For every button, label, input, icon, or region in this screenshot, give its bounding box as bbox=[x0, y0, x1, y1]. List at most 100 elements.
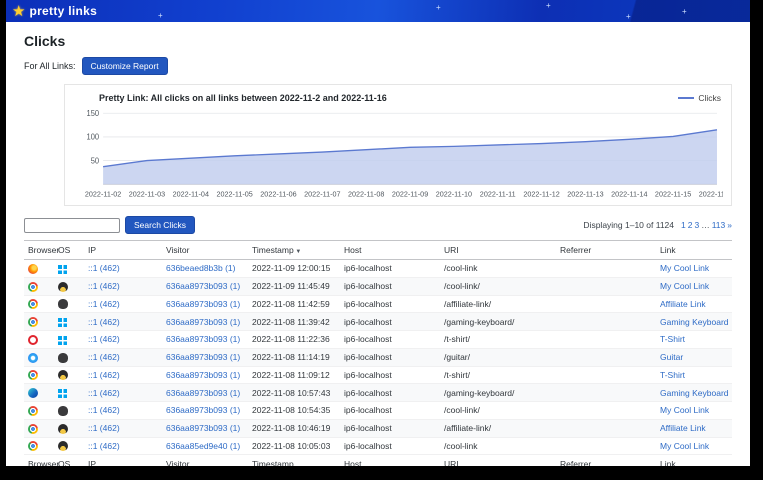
column-header-os[interactable]: OS bbox=[54, 241, 84, 260]
link-link[interactable]: T-Shirt bbox=[660, 370, 685, 380]
visitor-link[interactable]: 636aa8973b093 (1) bbox=[166, 317, 240, 327]
os-cell bbox=[54, 366, 84, 384]
pagination-link[interactable]: » bbox=[727, 220, 732, 230]
host-cell: ip6-localhost bbox=[340, 348, 440, 366]
search-input[interactable] bbox=[24, 218, 120, 233]
pagination-link[interactable]: 2 bbox=[688, 220, 693, 230]
visitor-link[interactable]: 636aa8973b093 (1) bbox=[166, 334, 240, 344]
column-header-link[interactable]: Link bbox=[656, 455, 732, 466]
link-link[interactable]: Affiliate Link bbox=[660, 299, 706, 309]
pagination-link[interactable]: 1 bbox=[681, 220, 686, 230]
apple-os-icon bbox=[58, 353, 68, 363]
linux-os-icon bbox=[58, 424, 68, 434]
svg-text:2022-11-07: 2022-11-07 bbox=[304, 190, 340, 199]
ip-cell: ::1 (462) bbox=[84, 348, 162, 366]
ip-link[interactable]: ::1 (462) bbox=[88, 441, 120, 451]
link-link[interactable]: T-Shirt bbox=[660, 334, 685, 344]
referrer-cell bbox=[556, 313, 656, 331]
svg-text:2022-11-09: 2022-11-09 bbox=[392, 190, 428, 199]
table-row: ::1 (462)636aa8973b093 (1)2022-11-08 10:… bbox=[24, 384, 732, 402]
column-header-browser[interactable]: Browser bbox=[24, 455, 54, 466]
column-header-browser[interactable]: Browser bbox=[24, 241, 54, 260]
link-link[interactable]: Guitar bbox=[660, 352, 683, 362]
ip-cell: ::1 (462) bbox=[84, 313, 162, 331]
uri-cell: /t-shirt/ bbox=[440, 366, 556, 384]
column-header-ip[interactable]: IP bbox=[84, 455, 162, 466]
column-header-timestamp[interactable]: Timestamp bbox=[248, 455, 340, 466]
uri-cell: /gaming-keyboard/ bbox=[440, 313, 556, 331]
ip-link[interactable]: ::1 (462) bbox=[88, 388, 120, 398]
host-cell: ip6-localhost bbox=[340, 313, 440, 331]
referrer-cell bbox=[556, 384, 656, 402]
link-link[interactable]: My Cool Link bbox=[660, 405, 709, 415]
visitor-link[interactable]: 636aa8973b093 (1) bbox=[166, 299, 240, 309]
visitor-cell: 636aa8973b093 (1) bbox=[162, 277, 248, 295]
column-header-host[interactable]: Host bbox=[340, 241, 440, 260]
ip-link[interactable]: ::1 (462) bbox=[88, 423, 120, 433]
link-link[interactable]: Affiliate Link bbox=[660, 423, 706, 433]
pagination-link[interactable]: 3 bbox=[694, 220, 699, 230]
os-cell bbox=[54, 437, 84, 455]
ip-link[interactable]: ::1 (462) bbox=[88, 281, 120, 291]
customize-report-button[interactable]: Customize Report bbox=[82, 57, 168, 75]
column-header-uri[interactable]: URI bbox=[440, 455, 556, 466]
chrome-browser-icon bbox=[28, 406, 38, 416]
ip-cell: ::1 (462) bbox=[84, 260, 162, 278]
ip-link[interactable]: ::1 (462) bbox=[88, 370, 120, 380]
browser-cell bbox=[24, 295, 54, 313]
visitor-link[interactable]: 636aa8973b093 (1) bbox=[166, 405, 240, 415]
column-header-visitor[interactable]: Visitor bbox=[162, 455, 248, 466]
column-header-timestamp[interactable]: Timestamp ▼ bbox=[248, 241, 340, 260]
ip-link[interactable]: ::1 (462) bbox=[88, 405, 120, 415]
uri-cell: /gaming-keyboard/ bbox=[440, 384, 556, 402]
link-link[interactable]: Gaming Keyboard bbox=[660, 317, 729, 327]
column-header-host[interactable]: Host bbox=[340, 455, 440, 466]
browser-cell bbox=[24, 348, 54, 366]
column-header-link[interactable]: Link bbox=[656, 241, 732, 260]
ip-link[interactable]: ::1 (462) bbox=[88, 317, 120, 327]
link-link[interactable]: Gaming Keyboard bbox=[660, 388, 729, 398]
link-link[interactable]: My Cool Link bbox=[660, 263, 709, 273]
ip-link[interactable]: ::1 (462) bbox=[88, 263, 120, 273]
column-header-visitor[interactable]: Visitor bbox=[162, 241, 248, 260]
browser-cell bbox=[24, 331, 54, 349]
column-header-ip[interactable]: IP bbox=[84, 241, 162, 260]
visitor-link[interactable]: 636aa8973b093 (1) bbox=[166, 281, 240, 291]
table-row: ::1 (462)636aa8973b093 (1)2022-11-08 11:… bbox=[24, 331, 732, 349]
column-header-os[interactable]: OS bbox=[54, 455, 84, 466]
visitor-link[interactable]: 636aa8973b093 (1) bbox=[166, 388, 240, 398]
visitor-link[interactable]: 636aa8973b093 (1) bbox=[166, 352, 240, 362]
pagination-ellipsis: … bbox=[701, 220, 710, 230]
column-header-uri[interactable]: URI bbox=[440, 241, 556, 260]
timestamp-cell: 2022-11-09 11:45:49 bbox=[248, 277, 340, 295]
column-header-referrer[interactable]: Referrer bbox=[556, 455, 656, 466]
clicks-chart-svg: 501001502022-11-022022-11-032022-11-0420… bbox=[73, 107, 723, 203]
search-clicks-button[interactable]: Search Clicks bbox=[125, 216, 195, 234]
chrome-browser-icon bbox=[28, 299, 38, 309]
os-cell bbox=[54, 348, 84, 366]
os-cell bbox=[54, 331, 84, 349]
visitor-link[interactable]: 636aa8973b093 (1) bbox=[166, 423, 240, 433]
visitor-cell: 636aa8973b093 (1) bbox=[162, 419, 248, 437]
link-link[interactable]: My Cool Link bbox=[660, 281, 709, 291]
visitor-link[interactable]: 636aa85ed9e40 (1) bbox=[166, 441, 240, 451]
link-link[interactable]: My Cool Link bbox=[660, 441, 709, 451]
visitor-link[interactable]: 636aa8973b093 (1) bbox=[166, 370, 240, 380]
legend-label: Clicks bbox=[698, 93, 721, 103]
apple-os-icon bbox=[58, 299, 68, 309]
svg-text:2022-11-04: 2022-11-04 bbox=[173, 190, 209, 199]
timestamp-cell: 2022-11-08 10:05:03 bbox=[248, 437, 340, 455]
ip-link[interactable]: ::1 (462) bbox=[88, 299, 120, 309]
visitor-link[interactable]: 636beaed8b3b (1) bbox=[166, 263, 235, 273]
linux-os-icon bbox=[58, 441, 68, 451]
host-cell: ip6-localhost bbox=[340, 277, 440, 295]
pagination-link[interactable]: 113 bbox=[712, 220, 726, 230]
host-cell: ip6-localhost bbox=[340, 437, 440, 455]
svg-text:2022-11-05: 2022-11-05 bbox=[216, 190, 252, 199]
ip-link[interactable]: ::1 (462) bbox=[88, 352, 120, 362]
ip-link[interactable]: ::1 (462) bbox=[88, 334, 120, 344]
link-cell: T-Shirt bbox=[656, 366, 732, 384]
svg-text:150: 150 bbox=[87, 109, 100, 118]
sort-desc-icon: ▼ bbox=[294, 249, 302, 255]
column-header-referrer[interactable]: Referrer bbox=[556, 241, 656, 260]
